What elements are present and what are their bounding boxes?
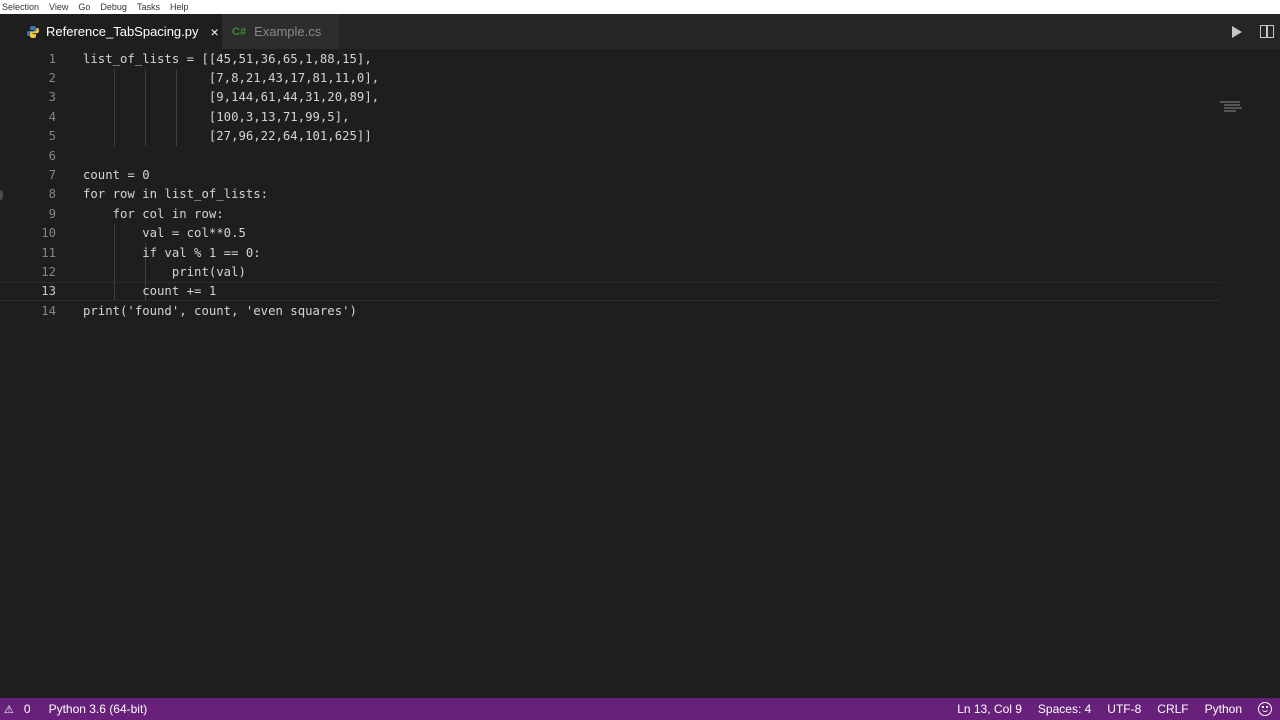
line-number: 2 <box>48 71 56 86</box>
line-number: 1 <box>48 51 56 66</box>
menu-item-view[interactable]: View <box>49 2 68 12</box>
tab-example-cs[interactable]: C# Example.cs <box>222 14 340 49</box>
code-text: [27,96,22,64,101,625]] <box>83 129 372 144</box>
feedback-smiley-icon[interactable] <box>1258 702 1272 716</box>
code-line[interactable]: 14 print('found', count, 'even squares') <box>0 301 1220 320</box>
run-icon[interactable] <box>1232 25 1242 38</box>
code-text: list_of_lists = [[45,51,36,65,1,88,15], <box>83 51 372 66</box>
line-number: 9 <box>48 206 56 221</box>
scroll-marker <box>0 190 3 200</box>
line-number: 12 <box>41 265 56 280</box>
minimap[interactable] <box>1220 101 1244 117</box>
line-number: 3 <box>48 90 56 105</box>
code-line[interactable]: 10 val = col**0.5 <box>0 224 1220 243</box>
menu-item-selection[interactable]: Selection <box>2 2 39 12</box>
code-text: if val % 1 == 0: <box>83 245 261 260</box>
line-number: 4 <box>48 109 56 124</box>
csharp-icon: C# <box>232 25 247 38</box>
menu-item-debug[interactable]: Debug <box>100 2 127 12</box>
close-icon[interactable]: × <box>211 24 219 40</box>
code-line[interactable]: 1 list_of_lists = [[45,51,36,65,1,88,15]… <box>0 49 1220 68</box>
code-text: [7,8,21,43,17,81,11,0], <box>83 71 380 86</box>
code-text: for col in row: <box>83 206 224 221</box>
indentation[interactable]: Spaces: 4 <box>1038 702 1091 716</box>
code-line[interactable]: 7 count = 0 <box>0 165 1220 184</box>
line-number: 13 <box>41 284 56 299</box>
editor-actions <box>1232 14 1280 49</box>
encoding[interactable]: UTF-8 <box>1107 702 1141 716</box>
code-text: count = 0 <box>83 168 150 183</box>
code-line[interactable]: 12 print(val) <box>0 262 1220 281</box>
code-line[interactable]: 4 [100,3,13,71,99,5], <box>0 107 1220 126</box>
menu-item-help[interactable]: Help <box>170 2 189 12</box>
line-number: 6 <box>48 148 56 163</box>
code-text: [9,144,61,44,31,20,89], <box>83 90 380 105</box>
tab-bar: Reference_TabSpacing.py × C# Example.cs <box>0 14 1280 49</box>
problems-count[interactable]: 0 <box>24 702 31 716</box>
code-text: val = col**0.5 <box>83 226 246 241</box>
line-number: 5 <box>48 129 56 144</box>
tab-label: Example.cs <box>254 24 322 39</box>
line-number: 7 <box>48 168 56 183</box>
menu-bar: Selection View Go Debug Tasks Help <box>0 0 1280 14</box>
code-text: for row in list_of_lists: <box>83 187 269 202</box>
status-bar: ⚠ 0 Python 3.6 (64-bit) Ln 13, Col 9 Spa… <box>0 698 1280 720</box>
code-line[interactable]: 11 if val % 1 == 0: <box>0 243 1220 262</box>
line-number: 10 <box>41 226 56 241</box>
code-line[interactable]: 3 [9,144,61,44,31,20,89], <box>0 88 1220 107</box>
code-text: [100,3,13,71,99,5], <box>83 109 350 124</box>
code-line[interactable]: 5 [27,96,22,64,101,625]] <box>0 127 1220 146</box>
tab-reference-tabspacing[interactable]: Reference_TabSpacing.py × <box>0 14 222 49</box>
menu-item-go[interactable]: Go <box>78 2 90 12</box>
python-icon <box>27 26 39 38</box>
split-editor-icon[interactable] <box>1260 25 1274 38</box>
menu-item-tasks[interactable]: Tasks <box>137 2 160 12</box>
warning-icon[interactable]: ⚠ <box>4 703 14 716</box>
line-ending[interactable]: CRLF <box>1157 702 1188 716</box>
line-number: 8 <box>48 187 56 202</box>
code-line[interactable]: 2 [7,8,21,43,17,81,11,0], <box>0 68 1220 87</box>
code-text: count += 1 <box>83 284 217 299</box>
code-line[interactable]: 8 for row in list_of_lists: <box>0 185 1220 204</box>
code-text: print(val) <box>83 265 246 280</box>
python-interpreter[interactable]: Python 3.6 (64-bit) <box>49 702 148 716</box>
line-number: 11 <box>41 245 56 260</box>
code-line[interactable]: 9 for col in row: <box>0 204 1220 223</box>
code-editor[interactable]: 1 list_of_lists = [[45,51,36,65,1,88,15]… <box>0 49 1280 698</box>
language-mode[interactable]: Python <box>1205 702 1242 716</box>
code-line-current[interactable]: 13 count += 1 <box>0 281 1220 302</box>
tab-label: Reference_TabSpacing.py <box>46 24 199 39</box>
code-text: print('found', count, 'even squares') <box>83 303 357 318</box>
code-line[interactable]: 6 <box>0 146 1220 165</box>
line-number: 14 <box>41 303 56 318</box>
cursor-position[interactable]: Ln 13, Col 9 <box>957 702 1022 716</box>
